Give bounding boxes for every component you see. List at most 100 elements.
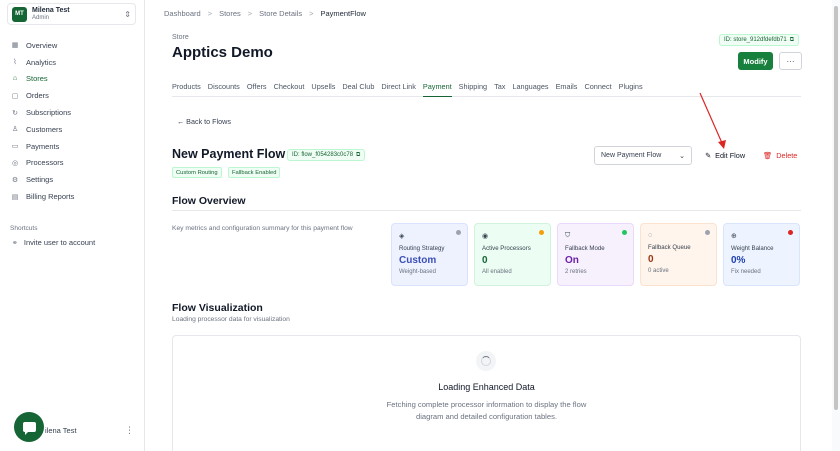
breadcrumb-store-details[interactable]: Store Details <box>259 9 302 18</box>
status-dot <box>539 230 544 235</box>
tab-products[interactable]: Products <box>172 78 201 97</box>
overview-description: Key metrics and configuration summary fo… <box>172 225 353 232</box>
sidebar-item-label: Billing Reports <box>26 192 75 202</box>
loading-title: Loading Enhanced Data <box>438 382 535 392</box>
metric-value: 0 <box>648 254 654 265</box>
metric-card: ◌ Fallback Queue 0 0 active <box>640 223 717 286</box>
queue-icon: ◌ <box>648 232 653 239</box>
edit-flow-button[interactable]: ✎ Edit Flow <box>705 151 745 160</box>
copy-icon[interactable]: ⧉ <box>356 152 360 159</box>
sidebar-item-settings[interactable]: ⚙ Settings <box>9 171 137 188</box>
metric-subtext: 0 active <box>648 268 669 274</box>
tab-connect[interactable]: Connect <box>584 78 611 97</box>
metric-card: ◈ Routing Strategy Custom Weight-based <box>391 223 468 286</box>
store-label: Store <box>172 34 189 41</box>
status-dot <box>622 230 627 235</box>
sidebar-item-label: Orders <box>26 91 49 101</box>
link-icon: ⚭ <box>12 239 18 247</box>
tab-upsells[interactable]: Upsells <box>311 78 335 97</box>
breadcrumb-dashboard[interactable]: Dashboard <box>164 9 201 18</box>
app-root: MT Milena Test Admin ⇕ ▦ Overview ⌇ Analyti… <box>0 0 840 451</box>
box-icon: ▢ <box>11 92 19 100</box>
overview-title: Flow Overview <box>172 195 246 207</box>
card-icon: ▭ <box>11 143 19 151</box>
store-icon: ⌂ <box>12 75 18 83</box>
tab-deal-club[interactable]: Deal Club <box>342 78 374 97</box>
sidebar-item-payments[interactable]: ▭ Payments <box>9 138 137 155</box>
kebab-menu-icon[interactable]: ⋮ <box>125 425 134 436</box>
sidebar-item-stores[interactable]: ⌂ Stores <box>9 71 137 88</box>
metric-value: 0% <box>731 255 746 266</box>
tab-shipping[interactable]: Shipping <box>459 78 487 97</box>
metric-label: Active Processors <box>482 245 531 252</box>
scrollbar-thumb[interactable] <box>834 6 838 410</box>
sidebar-item-processors[interactable]: ◎ Processors <box>9 155 137 172</box>
breadcrumb: Dashboard > Stores > Store Details > Pay… <box>164 9 366 18</box>
tab-tax[interactable]: Tax <box>494 78 505 97</box>
shortcut-invite-user[interactable]: ⚭ Invite user to account <box>12 238 95 247</box>
metric-label: Fallback Mode <box>565 245 605 252</box>
processor-icon: ◉ <box>482 233 489 240</box>
breadcrumb-stores[interactable]: Stores <box>219 9 241 18</box>
sidebar-item-label: Settings <box>26 175 54 185</box>
chat-launcher-button[interactable] <box>14 412 44 442</box>
chart-icon: ⌇ <box>13 59 17 67</box>
sidebar-item-overview[interactable]: ▦ Overview <box>9 37 137 54</box>
sidebar-item-label: Analytics <box>26 57 57 67</box>
sidebar-item-label: Customers <box>26 124 63 134</box>
tab-emails[interactable]: Emails <box>556 78 578 97</box>
metric-subtext: All enabled <box>482 269 512 275</box>
document-icon: ▤ <box>11 193 19 201</box>
tab-payment[interactable]: Payment <box>422 78 452 97</box>
metric-card: ⊕ Weight Balance 0% Fix needed <box>723 223 800 286</box>
metric-subtext: Fix needed <box>731 269 761 275</box>
metric-card: ⛉ Fallback Mode On 2 retries <box>557 223 634 286</box>
tab-offers[interactable]: Offers <box>247 78 267 97</box>
sidebar: MT Milena Test Admin ⇕ ▦ Overview ⌇ Analyti… <box>0 0 145 451</box>
sidebar-item-billing-reports[interactable]: ▤ Billing Reports <box>9 188 137 205</box>
metric-card: ◉ Active Processors 0 All enabled <box>474 223 551 286</box>
visualization-title: Flow Visualization <box>172 302 263 314</box>
loading-spinner-icon <box>476 351 496 371</box>
delete-button[interactable]: 🗑︎ Delete <box>763 151 797 160</box>
tab-checkout[interactable]: Checkout <box>274 78 305 97</box>
chevron-down-icon: ⌄ <box>679 152 685 160</box>
org-user-role: Admin <box>32 14 50 21</box>
tab-discounts[interactable]: Discounts <box>208 78 240 97</box>
trash-icon: 🗑︎ <box>763 151 773 160</box>
flow-title: New Payment Flow <box>172 147 286 161</box>
gear-icon: ⚙ <box>11 176 19 184</box>
grid-icon: ▦ <box>11 42 19 50</box>
sidebar-item-customers[interactable]: ♙ Customers <box>9 121 137 138</box>
avatar: MT <box>12 6 27 22</box>
page-title: Apptics Demo <box>172 44 273 61</box>
modify-button[interactable]: Modify <box>738 52 773 70</box>
sidebar-item-orders[interactable]: ▢ Orders <box>9 87 137 104</box>
metric-value: 0 <box>482 255 488 266</box>
flow-select-dropdown[interactable]: New Payment Flow ⌄ <box>594 146 692 165</box>
org-switcher[interactable]: MT Milena Test Admin ⇕ <box>7 3 136 25</box>
copy-icon[interactable]: ⧉ <box>790 37 794 44</box>
tab-languages[interactable]: Languages <box>512 78 548 97</box>
chevron-updown-icon: ⇕ <box>124 9 131 19</box>
tab-plugins[interactable]: Plugins <box>619 78 643 97</box>
tab-direct-link[interactable]: Direct Link <box>381 78 415 97</box>
store-id-badge[interactable]: ID: store_912dfdefdb71 ⧉ <box>719 34 800 46</box>
tag-custom-routing: Custom Routing <box>172 167 222 178</box>
sidebar-item-analytics[interactable]: ⌇ Analytics <box>9 54 137 71</box>
breadcrumb-current: PaymentFlow <box>320 9 366 18</box>
flow-id-badge[interactable]: ID: flow_f054283c0c78 ⧉ <box>287 149 366 161</box>
metric-value: Custom <box>399 255 437 266</box>
more-options-button[interactable]: ··· <box>779 52 802 70</box>
sidebar-item-subscriptions[interactable]: ↻ Subscriptions <box>9 104 137 121</box>
sidebar-nav: ▦ Overview ⌇ Analytics ⌂ Stores ▢ Orders ↻ Subscr… <box>9 37 137 205</box>
pencil-icon: ✎ <box>705 151 712 160</box>
sidebar-item-label: Processors <box>26 158 64 168</box>
back-to-flows-link[interactable]: ← Back to Flows <box>177 117 231 126</box>
repeat-icon: ↻ <box>12 109 18 117</box>
metric-label: Fallback Queue <box>648 244 691 251</box>
tag-fallback-enabled: Fallback Enabled <box>228 167 281 178</box>
routing-icon: ◈ <box>399 233 405 240</box>
metric-label: Weight Balance <box>731 245 774 252</box>
footer-user-name[interactable]: ilena Test <box>45 426 77 435</box>
